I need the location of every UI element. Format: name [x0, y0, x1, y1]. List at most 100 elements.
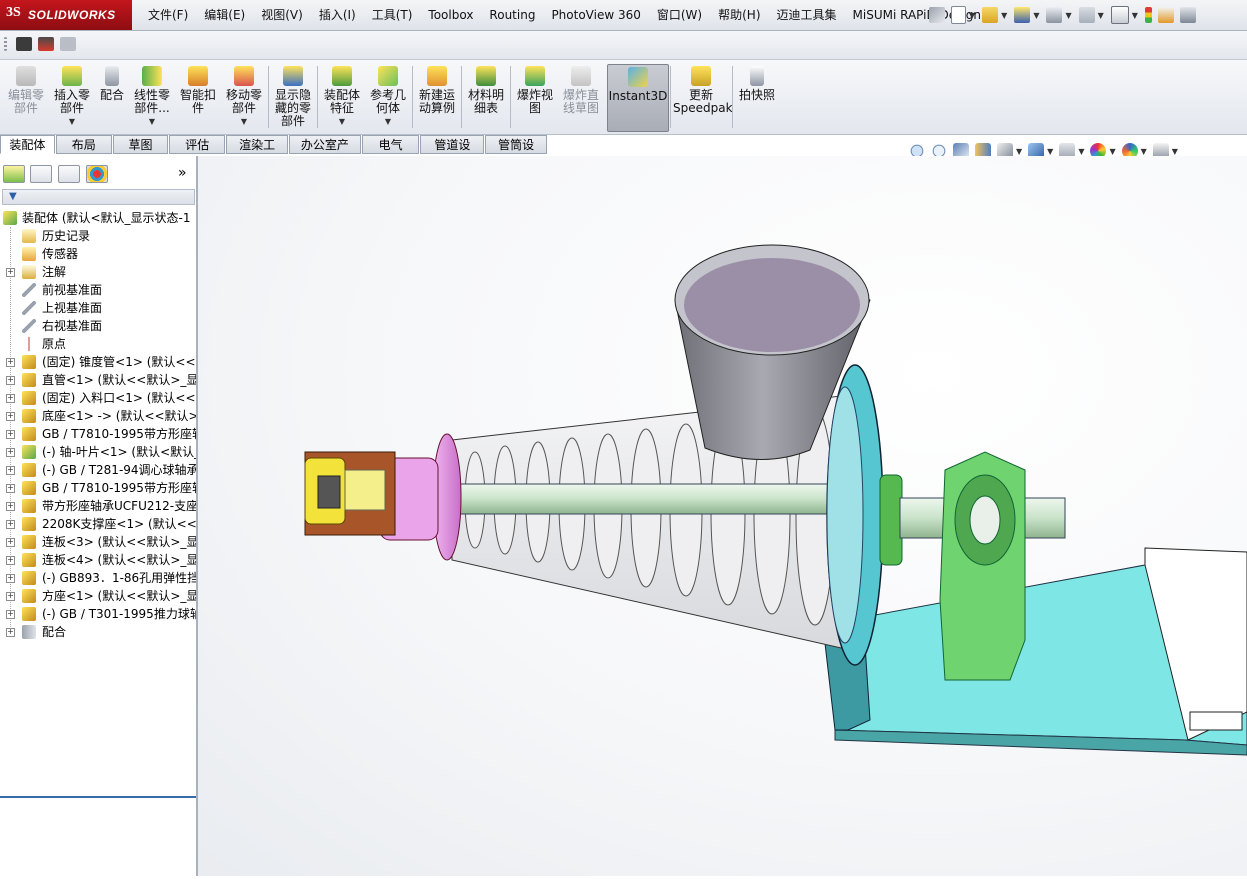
chevron-down-icon[interactable]: ▼ — [1172, 147, 1178, 156]
file-properties-icon[interactable] — [1157, 7, 1174, 23]
print-icon[interactable] — [1046, 7, 1063, 23]
menu-edit[interactable]: 编辑(E) — [196, 0, 253, 30]
tab-evaluate[interactable]: 评估 — [169, 135, 226, 154]
tree-expand-toggle[interactable]: + — [6, 376, 15, 385]
tree-item[interactable]: + 方座<1> (默认<<默认>_显示 — [0, 587, 196, 605]
tree-item[interactable]: 右视基准面 — [0, 317, 196, 335]
tree-item[interactable]: 原点 — [0, 335, 196, 353]
tree-expand-toggle[interactable]: + — [6, 466, 15, 475]
chevron-down-icon[interactable]: ▼ — [1001, 11, 1007, 20]
tree-item[interactable]: + 配合 — [0, 623, 196, 641]
tree-item[interactable]: + 底座<1> -> (默认<<默认>_ — [0, 407, 196, 425]
menu-toolbox[interactable]: Toolbox — [420, 0, 481, 30]
tree-expand-toggle[interactable]: + — [6, 430, 15, 439]
tree-expand-toggle[interactable]: + — [6, 538, 15, 547]
menu-file[interactable]: 文件(F) — [140, 0, 196, 30]
tab-office-products[interactable]: 办公室产品 — [288, 135, 361, 171]
chevron-down-icon[interactable]: ▼ — [385, 115, 391, 128]
tab-piping[interactable]: 管道设计 — [420, 135, 485, 171]
chevron-down-icon[interactable]: ▼ — [339, 115, 345, 128]
chevron-down-icon[interactable]: ▼ — [1033, 11, 1039, 20]
tab-render-tools[interactable]: 渲染工具 — [226, 135, 288, 171]
menu-routing[interactable]: Routing — [481, 0, 543, 30]
tree-expand-toggle[interactable]: + — [6, 574, 15, 583]
tree-expand-toggle[interactable]: + — [6, 268, 15, 277]
tree-item[interactable]: 前视基准面 — [0, 281, 196, 299]
display-manager-tab-icon[interactable] — [86, 165, 108, 183]
camera-icon[interactable] — [16, 37, 32, 51]
tab-electrical[interactable]: 电气 — [361, 135, 420, 154]
feature-tree-tab-icon[interactable] — [3, 165, 25, 183]
move-component-button[interactable]: 移动零 部件 ▼ — [222, 64, 266, 130]
tree-item[interactable]: + 连板<4> (默认<<默认>_显示 — [0, 551, 196, 569]
bearing-housing-left[interactable] — [879, 474, 903, 566]
record-screen-icon[interactable] — [38, 37, 54, 51]
tree-item[interactable]: + GB / T7810-1995带方形座轴 — [0, 425, 196, 443]
tree-expand-toggle[interactable]: + — [6, 556, 15, 565]
exploded-view-button[interactable]: 爆炸视 图 — [513, 64, 557, 130]
expand-panel-icon[interactable]: » — [178, 165, 187, 181]
edit-component-button[interactable]: 编辑零 部件 — [4, 64, 48, 130]
take-snapshot-button[interactable]: 拍快照 — [735, 64, 779, 130]
tree-expand-toggle[interactable]: + — [6, 610, 15, 619]
chevron-down-icon[interactable]: ▼ — [969, 11, 975, 20]
select-cursor-icon[interactable] — [1110, 6, 1129, 24]
tab-tubing[interactable]: 管筒设计 — [485, 135, 547, 171]
menu-insert[interactable]: 插入(I) — [311, 0, 364, 30]
menu-tools[interactable]: 工具(T) — [364, 0, 421, 30]
tree-item[interactable]: + (固定) 锥度管<1> (默认<<默 — [0, 353, 196, 371]
tree-item[interactable]: + (-) GB / T301-1995推力球轴 — [0, 605, 196, 623]
tab-assembly[interactable]: 装配体 — [0, 135, 55, 154]
tree-item[interactable]: + 注解 — [0, 263, 196, 281]
pin-icon[interactable] — [929, 7, 945, 23]
tree-item[interactable]: + GB / T7810-1995带方形座轴 — [0, 479, 196, 497]
open-folder-icon[interactable] — [982, 7, 999, 23]
instant3d-button[interactable]: Instant3D — [607, 64, 669, 132]
tree-filter-bar[interactable]: ▼ — [2, 189, 195, 205]
rebuild-traffic-light-icon[interactable] — [1144, 7, 1152, 23]
update-speedpak-button[interactable]: 更新 Speedpak — [673, 64, 733, 130]
tree-expand-toggle[interactable]: + — [6, 412, 15, 421]
property-manager-tab-icon[interactable] — [30, 165, 52, 183]
tree-expand-toggle[interactable]: + — [6, 520, 15, 529]
configuration-manager-tab-icon[interactable] — [58, 165, 80, 183]
tab-sketch[interactable]: 草图 — [112, 135, 169, 154]
reference-geometry-button[interactable]: 参考几 何体 ▼ — [366, 64, 410, 130]
chevron-down-icon[interactable]: ▼ — [1109, 147, 1115, 156]
options-icon[interactable] — [1179, 7, 1196, 23]
smart-fasteners-button[interactable]: 智能扣 件 — [176, 64, 220, 130]
tree-item[interactable]: + 连板<3> (默认<<默认>_显示 — [0, 533, 196, 551]
explode-line-sketch-button[interactable]: 爆炸直 线草图 — [559, 64, 603, 130]
tree-item[interactable]: + 带方形座轴承UCFU212-支座 — [0, 497, 196, 515]
tree-item[interactable]: + (-) GB / T281-94调心球轴承 — [0, 461, 196, 479]
menu-help[interactable]: 帮助(H) — [710, 0, 768, 30]
menu-view[interactable]: 视图(V) — [253, 0, 311, 30]
tree-expand-toggle[interactable]: + — [6, 394, 15, 403]
tab-layout[interactable]: 布局 — [55, 135, 112, 154]
chevron-down-icon[interactable]: ▼ — [1098, 11, 1104, 20]
save-icon[interactable] — [1014, 7, 1031, 23]
tree-item[interactable]: + (-) GB893．1-86孔用弹性挡 — [0, 569, 196, 587]
tree-expand-toggle[interactable]: + — [6, 358, 15, 367]
tree-item[interactable]: 上视基准面 — [0, 299, 196, 317]
tree-expand-toggle[interactable]: + — [6, 628, 15, 637]
tree-item[interactable]: + (-) 轴-叶片<1> (默认<默认_ — [0, 443, 196, 461]
chevron-down-icon[interactable]: ▼ — [149, 115, 155, 128]
mate-button[interactable]: 配合 — [96, 64, 128, 130]
tree-item[interactable]: + 直管<1> (默认<<默认>_显示 — [0, 371, 196, 389]
undo-icon[interactable] — [1078, 7, 1095, 23]
insert-components-button[interactable]: 插入零 部件 ▼ — [50, 64, 94, 130]
chevron-down-icon[interactable]: ▼ — [69, 115, 75, 128]
menu-window[interactable]: 窗口(W) — [649, 0, 710, 30]
tree-item[interactable]: 传感器 — [0, 245, 196, 263]
tree-item[interactable]: +2208K支撑座<1> (默认<<默 — [0, 515, 196, 533]
menu-photoview[interactable]: PhotoView 360 — [543, 0, 648, 30]
chevron-down-icon[interactable]: ▼ — [1132, 11, 1138, 20]
chevron-down-icon[interactable]: ▼ — [241, 115, 247, 128]
new-motion-study-button[interactable]: 新建运 动算例 — [415, 64, 459, 130]
stop-record-icon[interactable] — [60, 37, 76, 51]
drive-bushing[interactable] — [344, 469, 386, 511]
solidworks-logo[interactable]: 3S SOLIDWORKS — [0, 0, 132, 30]
filter-icon[interactable]: ▼ — [9, 191, 17, 202]
show-hidden-components-button[interactable]: 显示隐 藏的零 部件 — [271, 64, 315, 130]
